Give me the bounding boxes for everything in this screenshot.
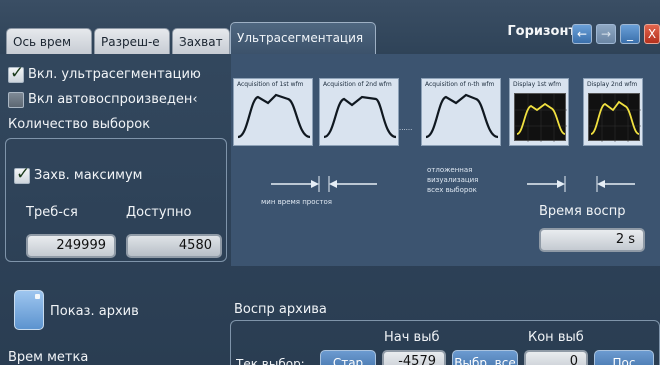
available-value: 4580 (126, 234, 222, 258)
end-acq-input[interactable]: 0 (524, 350, 588, 365)
tab-ultrasegmentation[interactable]: Ультрасегментация (230, 22, 376, 54)
tab-acquisition[interactable]: Захват (172, 28, 230, 54)
forward-button[interactable]: → (596, 24, 616, 44)
min-dead-time-label: мин время простоя (261, 198, 332, 206)
tab-resolution[interactable]: Разреш-е (94, 28, 170, 54)
scope-screen (588, 93, 641, 142)
enable-ultraseg-label: Вкл. ультрасегментацию (28, 67, 201, 82)
deferred-display-line-2: визуализация (427, 176, 479, 184)
back-button[interactable]: ← (572, 24, 592, 44)
trace-icon (515, 94, 567, 142)
acq-wfm-1-caption: Acquisition of 1st wfm (237, 81, 304, 88)
show-archive-label: Показ. архив (50, 304, 139, 319)
acquisitions-title: Количество выборок (8, 117, 151, 132)
menu-title: Горизонт (507, 24, 576, 39)
acq-wfm-2: Acquisition of 2nd wfm (319, 78, 399, 146)
minimize-button[interactable]: _ (620, 24, 640, 44)
oscilloscope-screen: Ось врем Разреш-е Захват Ультрасегментац… (0, 0, 660, 365)
last-button[interactable]: Пос (594, 350, 654, 365)
close-icon: X (647, 27, 657, 41)
display-wfm-1: Display 1st wfm (509, 78, 569, 146)
acq-wfm-1: Acquisition of 1st wfm (233, 78, 313, 146)
capture-max-checkbox[interactable]: ✓ (14, 164, 30, 184)
acq-wfm-n-caption: Acquisition of n-th wfm (425, 81, 495, 88)
deferred-display-line-3: всех выборок (427, 186, 477, 194)
display-wfm-2-caption: Display 2nd wfm (587, 81, 638, 88)
play-time-label: Время воспр (539, 204, 626, 219)
acq-wfm-2-caption: Acquisition of 2nd wfm (323, 81, 392, 88)
forward-arrow-icon: → (600, 27, 612, 41)
current-acq-label: Тек выбор: (236, 357, 305, 365)
show-archive-button[interactable] (14, 290, 44, 330)
play-time-input[interactable]: 2 s (539, 228, 645, 252)
close-button[interactable]: X (644, 24, 660, 44)
available-label: Доступно (126, 205, 192, 220)
scope-screen (514, 93, 567, 142)
display-wfm-1-caption: Display 1st wfm (513, 81, 562, 88)
start-acq-label: Нач выб (384, 330, 440, 345)
start-acq-input[interactable]: -4579 (382, 350, 446, 365)
pulse-icon (425, 93, 499, 139)
enable-ultraseg-checkbox[interactable]: ✓ (8, 63, 24, 83)
end-acq-label: Кон выб (528, 330, 584, 345)
capture-max-label: Захв. максимум (34, 168, 143, 183)
ellipsis-dots: ...... (399, 124, 413, 132)
timestamp-label: Врем метка (8, 350, 89, 365)
ultraseg-diagram: Acquisition of 1st wfm Acquisition of 2n… (231, 54, 660, 266)
pulse-icon (237, 93, 311, 139)
archive-playback-title: Воспр архива (234, 302, 327, 317)
deferred-display-line-1: отложенная (427, 166, 473, 174)
tab-timebase[interactable]: Ось врем (6, 28, 92, 54)
acq-wfm-n: Acquisition of n-th wfm (421, 78, 501, 146)
checkmark-icon: ✓ (16, 164, 31, 184)
enable-autoplay-checkbox[interactable] (8, 92, 24, 108)
start-button[interactable]: Стар (320, 350, 376, 365)
pulse-icon (323, 95, 397, 139)
select-all-button[interactable]: Выбр. все (452, 350, 518, 365)
play-time-arrows (527, 176, 635, 192)
required-label: Треб-ся (26, 205, 78, 220)
display-wfm-2: Display 2nd wfm (583, 78, 643, 146)
checkmark-icon: ✓ (10, 63, 25, 83)
trace-icon (589, 94, 641, 142)
enable-autoplay-label: Вкл автовоспроизведен‹ (28, 92, 198, 107)
minimize-icon: _ (627, 27, 633, 41)
dead-time-arrows (271, 176, 377, 192)
required-input[interactable]: 249999 (26, 234, 116, 258)
back-arrow-icon: ← (576, 27, 588, 41)
indicator-icon (35, 294, 40, 299)
